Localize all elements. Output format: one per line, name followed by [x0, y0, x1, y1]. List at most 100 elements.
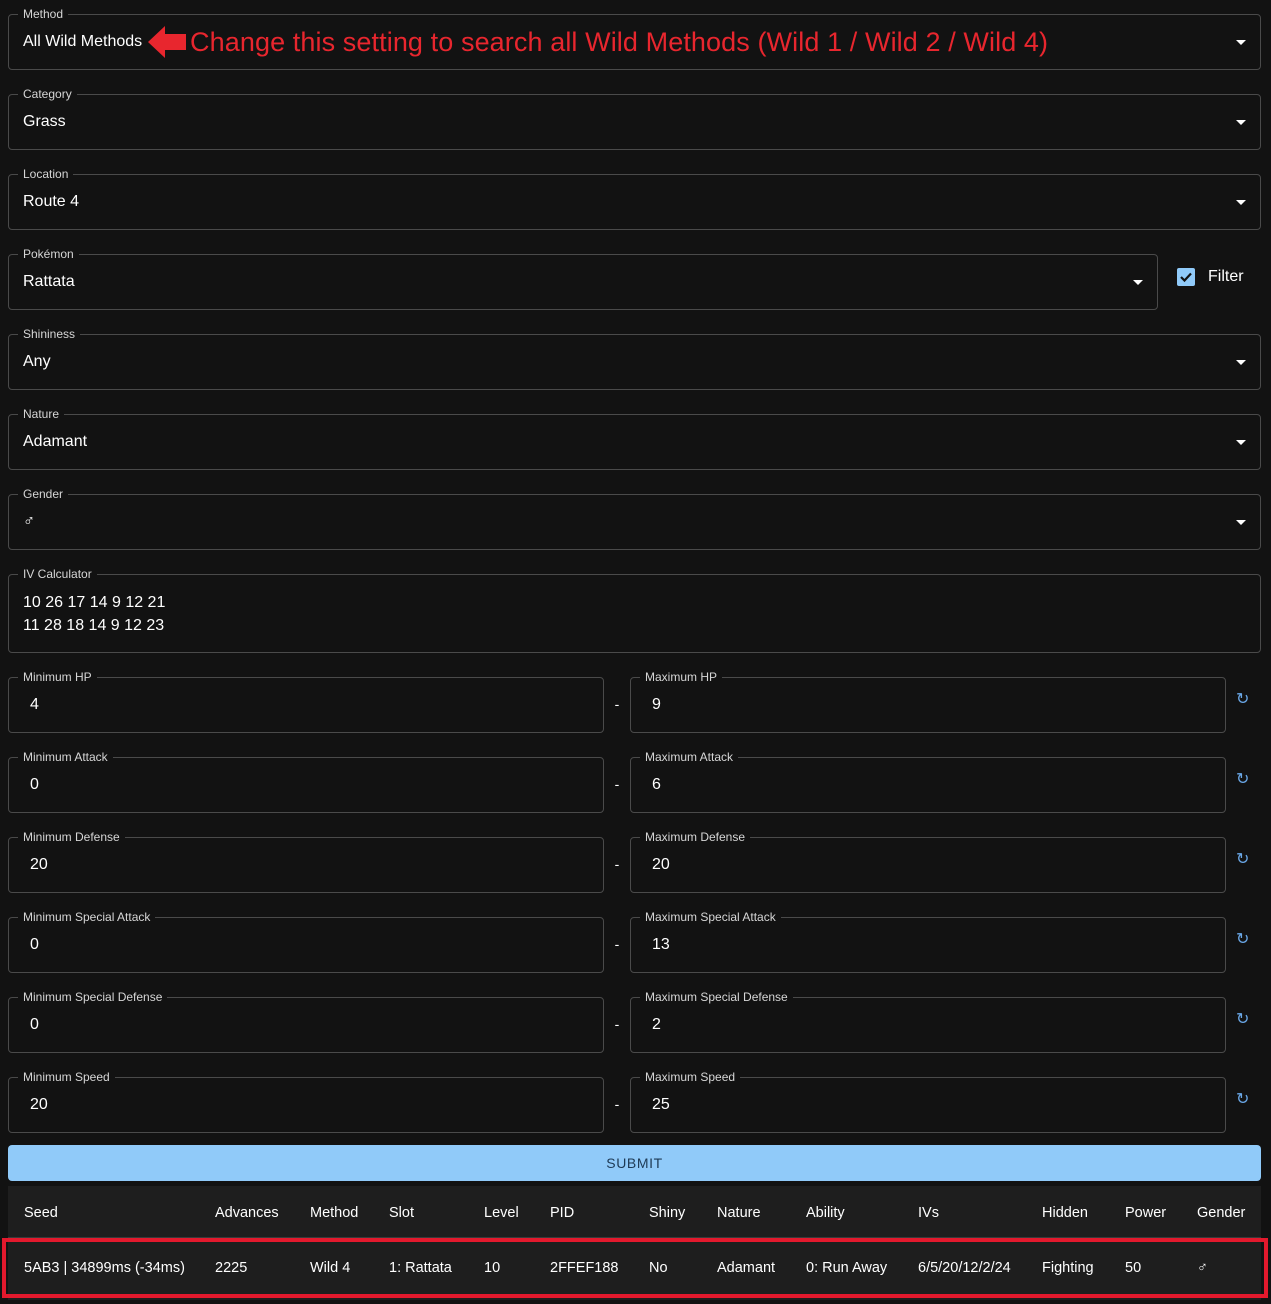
- max-defense-value: 20: [652, 856, 670, 873]
- min-special-attack-value: 0: [30, 936, 39, 953]
- column-header-gender[interactable]: Gender: [1197, 1205, 1245, 1221]
- arrow-left-icon: [148, 26, 186, 58]
- max-defense-input[interactable]: Maximum Defense 20: [630, 830, 1226, 893]
- max-hp-value: 9: [652, 696, 661, 713]
- min-hp-label: Minimum HP: [18, 670, 97, 684]
- chevron-down-icon: [1236, 360, 1246, 365]
- chevron-down-icon: [1236, 40, 1246, 45]
- chevron-down-icon: [1236, 120, 1246, 125]
- max-special-attack-label: Maximum Special Attack: [640, 910, 781, 924]
- min-defense-input[interactable]: Minimum Defense 20: [8, 830, 604, 893]
- iv-calculator-value: 10 26 17 14 9 12 21 11 28 18 14 9 12 23: [23, 594, 166, 634]
- column-header-nature[interactable]: Nature: [717, 1205, 761, 1221]
- reset-icon[interactable]: ↻: [1236, 1012, 1249, 1028]
- filter-toggle[interactable]: Filter: [1177, 268, 1244, 286]
- range-separator: -: [614, 696, 620, 712]
- column-header-advances[interactable]: Advances: [215, 1205, 279, 1221]
- min-attack-input[interactable]: Minimum Attack 0: [8, 750, 604, 813]
- method-label: Method: [18, 7, 69, 21]
- min-speed-label: Minimum Speed: [18, 1070, 115, 1084]
- pokemon-value: Rattata: [23, 273, 75, 290]
- result-highlight-box: [2, 1238, 1268, 1298]
- submit-button[interactable]: SUBMIT: [8, 1145, 1261, 1181]
- column-header-slot[interactable]: Slot: [389, 1205, 414, 1221]
- max-special-defense-input[interactable]: Maximum Special Defense 2: [630, 990, 1226, 1053]
- chevron-down-icon: [1236, 200, 1246, 205]
- iv-calculator-label: IV Calculator: [18, 567, 97, 581]
- reset-icon[interactable]: ↻: [1236, 932, 1249, 948]
- range-separator: -: [614, 936, 620, 952]
- max-special-defense-value: 2: [652, 1016, 661, 1033]
- location-value: Route 4: [23, 193, 80, 210]
- min-special-defense-value: 0: [30, 1016, 39, 1033]
- column-header-ability[interactable]: Ability: [806, 1205, 845, 1221]
- max-speed-value: 25: [652, 1096, 670, 1113]
- max-defense-label: Maximum Defense: [640, 830, 751, 844]
- filter-checkbox[interactable]: [1177, 268, 1195, 286]
- min-defense-value: 20: [30, 856, 48, 873]
- column-header-method[interactable]: Method: [310, 1205, 358, 1221]
- pokemon-label: Pokémon: [18, 247, 79, 261]
- max-attack-input[interactable]: Maximum Attack 6: [630, 750, 1226, 813]
- max-special-attack-value: 13: [652, 936, 670, 953]
- min-special-attack-input[interactable]: Minimum Special Attack 0: [8, 910, 604, 973]
- max-attack-value: 6: [652, 776, 661, 793]
- chevron-down-icon: [1236, 440, 1246, 445]
- nature-label: Nature: [18, 407, 65, 421]
- gender-label: Gender: [18, 487, 69, 501]
- column-header-pid[interactable]: PID: [550, 1205, 574, 1221]
- min-defense-label: Minimum Defense: [18, 830, 125, 844]
- range-separator: -: [614, 1096, 620, 1112]
- max-special-defense-label: Maximum Special Defense: [640, 990, 793, 1004]
- category-select[interactable]: Category Grass: [8, 87, 1261, 150]
- column-header-power[interactable]: Power: [1125, 1205, 1166, 1221]
- shininess-label: Shininess: [18, 327, 81, 341]
- gender-select[interactable]: Gender ♂: [8, 487, 1261, 550]
- location-select[interactable]: Location Route 4: [8, 167, 1261, 230]
- range-separator: -: [614, 1016, 620, 1032]
- range-separator: -: [614, 776, 620, 792]
- pokemon-select[interactable]: Pokémon Rattata: [8, 247, 1158, 310]
- min-special-defense-label: Minimum Special Defense: [18, 990, 168, 1004]
- range-separator: -: [614, 856, 620, 872]
- min-hp-value: 4: [30, 696, 39, 713]
- reset-icon[interactable]: ↻: [1236, 852, 1249, 868]
- max-hp-label: Maximum HP: [640, 670, 723, 684]
- location-label: Location: [18, 167, 74, 181]
- min-special-attack-label: Minimum Special Attack: [18, 910, 156, 924]
- gender-value: ♂: [23, 513, 35, 530]
- shininess-value: Any: [23, 353, 51, 370]
- reset-icon[interactable]: ↻: [1236, 1092, 1249, 1108]
- annotation-text: Change this setting to search all Wild M…: [190, 26, 1049, 57]
- annotation-callout: Change this setting to search all Wild M…: [148, 26, 1048, 58]
- nature-value: Adamant: [23, 433, 88, 450]
- reset-icon[interactable]: ↻: [1236, 692, 1249, 708]
- chevron-down-icon: [1133, 280, 1143, 285]
- min-special-defense-input[interactable]: Minimum Special Defense 0: [8, 990, 604, 1053]
- nature-select[interactable]: Nature Adamant: [8, 407, 1261, 470]
- column-header-hidden[interactable]: Hidden: [1042, 1205, 1088, 1221]
- column-header-ivs[interactable]: IVs: [918, 1205, 939, 1221]
- iv-calculator-textarea[interactable]: IV Calculator 10 26 17 14 9 12 21 11 28 …: [8, 567, 1261, 653]
- min-attack-value: 0: [30, 776, 39, 793]
- reset-icon[interactable]: ↻: [1236, 772, 1249, 788]
- category-label: Category: [18, 87, 77, 101]
- shininess-select[interactable]: Shininess Any: [8, 327, 1261, 390]
- max-hp-input[interactable]: Maximum HP 9: [630, 670, 1226, 733]
- max-special-attack-input[interactable]: Maximum Special Attack 13: [630, 910, 1226, 973]
- column-header-shiny[interactable]: Shiny: [649, 1205, 685, 1221]
- max-attack-label: Maximum Attack: [640, 750, 739, 764]
- checkmark-icon: [1180, 272, 1192, 283]
- filter-label: Filter: [1208, 268, 1244, 285]
- min-speed-input[interactable]: Minimum Speed 20: [8, 1070, 604, 1133]
- min-attack-label: Minimum Attack: [18, 750, 113, 764]
- chevron-down-icon: [1236, 520, 1246, 525]
- method-value: All Wild Methods: [23, 33, 143, 50]
- max-speed-label: Maximum Speed: [640, 1070, 741, 1084]
- category-value: Grass: [23, 113, 66, 130]
- max-speed-input[interactable]: Maximum Speed 25: [630, 1070, 1226, 1133]
- min-speed-value: 20: [30, 1096, 48, 1113]
- column-header-seed[interactable]: Seed: [24, 1205, 58, 1221]
- column-header-level[interactable]: Level: [484, 1205, 519, 1221]
- min-hp-input[interactable]: Minimum HP 4: [8, 670, 604, 733]
